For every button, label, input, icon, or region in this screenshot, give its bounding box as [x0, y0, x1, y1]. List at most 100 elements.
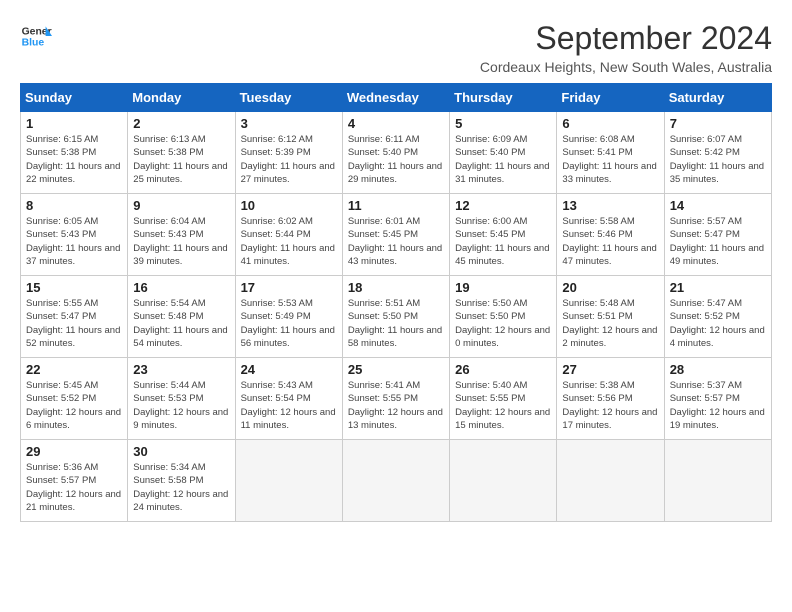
calendar-cell: 30 Sunrise: 5:34 AMSunset: 5:58 PMDayligh… [128, 440, 235, 522]
day-number: 28 [670, 362, 766, 377]
day-number: 29 [26, 444, 122, 459]
day-number: 25 [348, 362, 444, 377]
day-info: Sunrise: 5:50 AMSunset: 5:50 PMDaylight:… [455, 297, 551, 350]
day-info: Sunrise: 6:05 AMSunset: 5:43 PMDaylight:… [26, 215, 122, 268]
column-header-wednesday: Wednesday [342, 84, 449, 112]
week-row-3: 15 Sunrise: 5:55 AMSunset: 5:47 PMDayligh… [21, 276, 772, 358]
calendar-cell: 14 Sunrise: 5:57 AMSunset: 5:47 PMDayligh… [664, 194, 771, 276]
day-info: Sunrise: 5:38 AMSunset: 5:56 PMDaylight:… [562, 379, 658, 432]
day-info: Sunrise: 5:47 AMSunset: 5:52 PMDaylight:… [670, 297, 766, 350]
day-info: Sunrise: 5:34 AMSunset: 5:58 PMDaylight:… [133, 461, 229, 514]
week-row-5: 29 Sunrise: 5:36 AMSunset: 5:57 PMDayligh… [21, 440, 772, 522]
day-info: Sunrise: 5:53 AMSunset: 5:49 PMDaylight:… [241, 297, 337, 350]
day-info: Sunrise: 5:51 AMSunset: 5:50 PMDaylight:… [348, 297, 444, 350]
day-number: 13 [562, 198, 658, 213]
calendar-cell: 26 Sunrise: 5:40 AMSunset: 5:55 PMDayligh… [450, 358, 557, 440]
day-info: Sunrise: 6:02 AMSunset: 5:44 PMDaylight:… [241, 215, 337, 268]
day-info: Sunrise: 6:07 AMSunset: 5:42 PMDaylight:… [670, 133, 766, 186]
day-info: Sunrise: 5:55 AMSunset: 5:47 PMDaylight:… [26, 297, 122, 350]
calendar-cell: 27 Sunrise: 5:38 AMSunset: 5:56 PMDayligh… [557, 358, 664, 440]
day-number: 18 [348, 280, 444, 295]
day-number: 24 [241, 362, 337, 377]
column-header-tuesday: Tuesday [235, 84, 342, 112]
calendar-cell: 8 Sunrise: 6:05 AMSunset: 5:43 PMDaylight… [21, 194, 128, 276]
calendar-cell: 16Sunrise: 5:54 AMSunset: 5:48 PMDayligh… [128, 276, 235, 358]
day-info: Sunrise: 5:57 AMSunset: 5:47 PMDaylight:… [670, 215, 766, 268]
day-number: 3 [241, 116, 337, 131]
calendar-cell [450, 440, 557, 522]
day-number: 17 [241, 280, 337, 295]
day-info: Sunrise: 6:12 AMSunset: 5:39 PMDaylight:… [241, 133, 337, 186]
calendar-cell: 19 Sunrise: 5:50 AMSunset: 5:50 PMDayligh… [450, 276, 557, 358]
day-info: Sunrise: 5:40 AMSunset: 5:55 PMDaylight:… [455, 379, 551, 432]
calendar-cell: 29 Sunrise: 5:36 AMSunset: 5:57 PMDayligh… [21, 440, 128, 522]
column-header-thursday: Thursday [450, 84, 557, 112]
day-info: Sunrise: 5:48 AMSunset: 5:51 PMDaylight:… [562, 297, 658, 350]
calendar-cell: 24 Sunrise: 5:43 AMSunset: 5:54 PMDayligh… [235, 358, 342, 440]
day-info: Sunrise: 6:15 AMSunset: 5:38 PMDaylight:… [26, 133, 122, 186]
calendar-cell [342, 440, 449, 522]
day-info: Sunrise: 5:45 AMSunset: 5:52 PMDaylight:… [26, 379, 122, 432]
day-number: 30 [133, 444, 229, 459]
title-section: September 2024 Cordeaux Heights, New Sou… [480, 20, 772, 75]
logo-icon: General Blue [20, 20, 52, 52]
calendar-cell: 7 Sunrise: 6:07 AMSunset: 5:42 PMDaylight… [664, 112, 771, 194]
calendar-cell: 17 Sunrise: 5:53 AMSunset: 5:49 PMDayligh… [235, 276, 342, 358]
logo: General Blue [20, 20, 52, 52]
page-header: General Blue September 2024 Cordeaux Hei… [20, 20, 772, 75]
day-number: 9 [133, 198, 229, 213]
column-header-saturday: Saturday [664, 84, 771, 112]
day-info: Sunrise: 6:13 AMSunset: 5:38 PMDaylight:… [133, 133, 229, 186]
day-number: 26 [455, 362, 551, 377]
calendar-cell: 28 Sunrise: 5:37 AMSunset: 5:57 PMDayligh… [664, 358, 771, 440]
column-header-friday: Friday [557, 84, 664, 112]
day-number: 15 [26, 280, 122, 295]
main-title: September 2024 [480, 20, 772, 57]
calendar-cell: 23 Sunrise: 5:44 AMSunset: 5:53 PMDayligh… [128, 358, 235, 440]
day-info: Sunrise: 5:43 AMSunset: 5:54 PMDaylight:… [241, 379, 337, 432]
calendar-header-row: SundayMondayTuesdayWednesdayThursdayFrid… [21, 84, 772, 112]
day-number: 21 [670, 280, 766, 295]
calendar-cell [235, 440, 342, 522]
day-number: 7 [670, 116, 766, 131]
day-number: 5 [455, 116, 551, 131]
day-number: 10 [241, 198, 337, 213]
column-header-sunday: Sunday [21, 84, 128, 112]
day-info: Sunrise: 6:11 AMSunset: 5:40 PMDaylight:… [348, 133, 444, 186]
day-number: 4 [348, 116, 444, 131]
calendar-cell: 20 Sunrise: 5:48 AMSunset: 5:51 PMDayligh… [557, 276, 664, 358]
calendar-cell [664, 440, 771, 522]
day-info: Sunrise: 5:44 AMSunset: 5:53 PMDaylight:… [133, 379, 229, 432]
calendar-table: SundayMondayTuesdayWednesdayThursdayFrid… [20, 83, 772, 522]
day-number: 12 [455, 198, 551, 213]
day-number: 2 [133, 116, 229, 131]
calendar-cell: 1Sunrise: 6:15 AMSunset: 5:38 PMDaylight… [21, 112, 128, 194]
day-number: 14 [670, 198, 766, 213]
day-number: 27 [562, 362, 658, 377]
day-number: 11 [348, 198, 444, 213]
calendar-cell: 11 Sunrise: 6:01 AMSunset: 5:45 PMDayligh… [342, 194, 449, 276]
calendar-cell: 10 Sunrise: 6:02 AMSunset: 5:44 PMDayligh… [235, 194, 342, 276]
day-number: 22 [26, 362, 122, 377]
svg-text:Blue: Blue [22, 38, 45, 49]
day-number: 20 [562, 280, 658, 295]
calendar-cell: 21 Sunrise: 5:47 AMSunset: 5:52 PMDayligh… [664, 276, 771, 358]
week-row-4: 22 Sunrise: 5:45 AMSunset: 5:52 PMDayligh… [21, 358, 772, 440]
calendar-cell [557, 440, 664, 522]
day-info: Sunrise: 5:54 AMSunset: 5:48 PMDaylight:… [133, 297, 229, 350]
day-number: 8 [26, 198, 122, 213]
location-subtitle: Cordeaux Heights, New South Wales, Austr… [480, 59, 772, 75]
calendar-cell: 12Sunrise: 6:00 AMSunset: 5:45 PMDayligh… [450, 194, 557, 276]
day-number: 23 [133, 362, 229, 377]
day-info: Sunrise: 6:01 AMSunset: 5:45 PMDaylight:… [348, 215, 444, 268]
day-info: Sunrise: 5:41 AMSunset: 5:55 PMDaylight:… [348, 379, 444, 432]
calendar-cell: 22 Sunrise: 5:45 AMSunset: 5:52 PMDayligh… [21, 358, 128, 440]
day-number: 19 [455, 280, 551, 295]
day-info: Sunrise: 5:36 AMSunset: 5:57 PMDaylight:… [26, 461, 122, 514]
day-number: 6 [562, 116, 658, 131]
week-row-2: 8 Sunrise: 6:05 AMSunset: 5:43 PMDaylight… [21, 194, 772, 276]
calendar-cell: 25 Sunrise: 5:41 AMSunset: 5:55 PMDayligh… [342, 358, 449, 440]
calendar-cell: 13Sunrise: 5:58 AMSunset: 5:46 PMDayligh… [557, 194, 664, 276]
day-info: Sunrise: 5:37 AMSunset: 5:57 PMDaylight:… [670, 379, 766, 432]
calendar-cell: 5Sunrise: 6:09 AMSunset: 5:40 PMDaylight… [450, 112, 557, 194]
